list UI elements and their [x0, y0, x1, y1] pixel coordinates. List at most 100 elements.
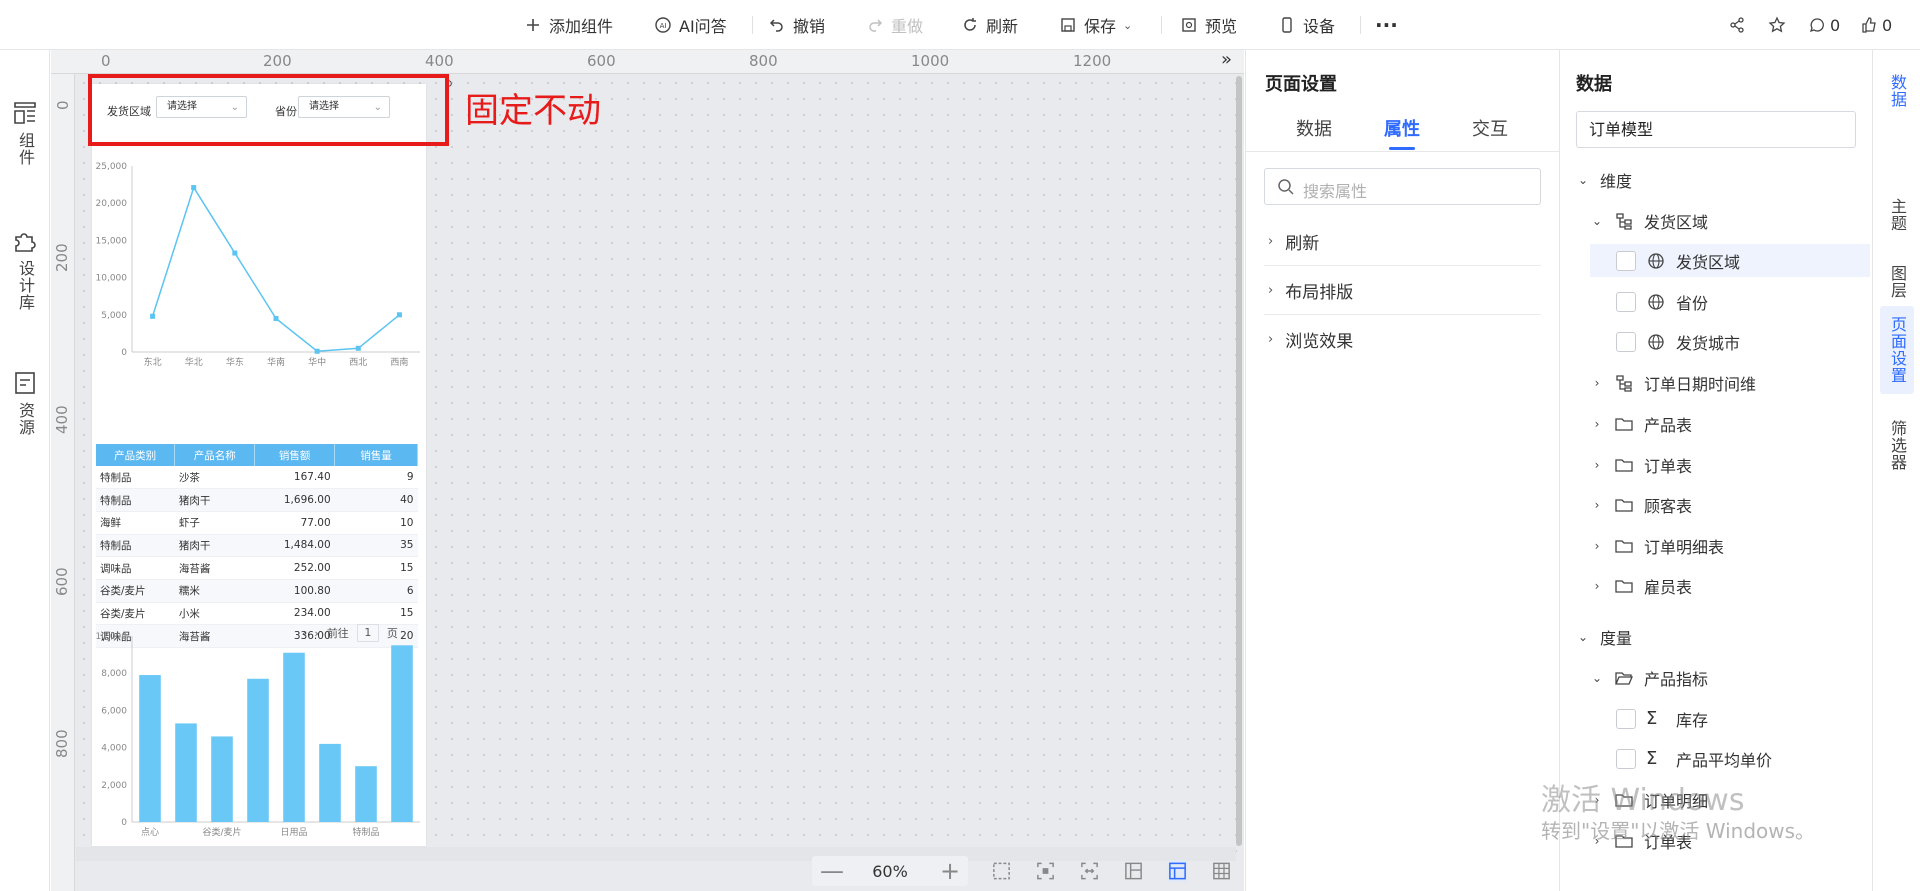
nav-design-library[interactable]: 设计库	[0, 228, 50, 311]
table-row[interactable]: 调味品 海苔酱 252.00 15	[96, 556, 418, 580]
tree-hierarchy-order-date[interactable]: › 订单日期时间维	[1590, 366, 1756, 399]
ai-qa-button[interactable]: AI AI问答	[654, 0, 727, 50]
table-row[interactable]: 海鲜 虾子 77.00 10	[96, 511, 418, 535]
y-tick-label: 2,000	[101, 781, 127, 791]
layout-icon[interactable]	[1123, 860, 1144, 882]
field-checkbox[interactable]	[1616, 708, 1636, 729]
x-tick-label: 西北	[349, 357, 367, 368]
table-cell: 海苔酱	[174, 556, 255, 580]
tree-measure-stock[interactable]: Σ 库存	[1616, 702, 1708, 735]
tree-table-product[interactable]: › 产品表	[1590, 407, 1692, 440]
tree-hierarchy-ship-region[interactable]: ⌄ 发货区域	[1590, 204, 1708, 237]
table-cell: 调味品	[96, 556, 175, 580]
tree-measure-folder[interactable]: ⌄ 产品指标	[1590, 661, 1708, 694]
zoom-level[interactable]: 60%	[870, 862, 910, 881]
like-button[interactable]: 0	[1860, 0, 1892, 50]
x-tick-label: 华北	[185, 356, 203, 368]
chevron-right-icon: ›	[1594, 538, 1600, 553]
device-button[interactable]: 设备	[1278, 0, 1335, 50]
tree-dimension-group[interactable]: ⌄ 维度	[1576, 163, 1632, 196]
more-button[interactable]: ···	[1375, 0, 1398, 50]
select-area-icon[interactable]	[991, 860, 1012, 882]
section-layout[interactable]: › 布局排版	[1264, 266, 1541, 315]
save-button[interactable]: 保存 ⌄	[1059, 0, 1132, 50]
table-row[interactable]: 谷类/麦片 糯米 100.80 6	[96, 579, 418, 603]
vtab-page-settings[interactable]: 页面设置	[1880, 306, 1914, 394]
section-browse-effect[interactable]: › 浏览效果	[1264, 315, 1541, 364]
property-search-input[interactable]: 搜索属性	[1264, 168, 1541, 205]
tree-table-employee[interactable]: › 雇员表	[1590, 569, 1692, 602]
tree-label: 发货城市	[1676, 333, 1741, 353]
ruler-left: 0 200 400 600 800	[51, 74, 75, 891]
fit-screen-icon[interactable]	[1035, 860, 1056, 882]
vtab-layers[interactable]: 图层	[1880, 255, 1914, 309]
table-row[interactable]: 特制品 猪肉干 1,696.00 40	[96, 488, 418, 512]
field-checkbox[interactable]	[1616, 250, 1636, 271]
vtab-filters[interactable]: 筛选器	[1880, 410, 1914, 481]
favorite-button[interactable]	[1768, 0, 1786, 50]
tree-field-ship-city[interactable]: 发货城市	[1616, 325, 1740, 358]
table-row[interactable]: 特制品 沙茶 167.40 9	[96, 466, 418, 490]
collapse-double-chevron-icon[interactable]: »	[1221, 49, 1232, 70]
tree-field-ship-region[interactable]: 发货区域	[1590, 244, 1870, 277]
table-cell: 沙茶	[174, 466, 255, 490]
tab-data[interactable]: 数据	[1296, 115, 1332, 141]
table-cell: 6	[334, 579, 418, 603]
preview-icon	[1182, 18, 1196, 32]
tree-measure-group[interactable]: ⌄ 度量	[1576, 620, 1632, 653]
field-checkbox[interactable]	[1616, 291, 1636, 312]
tree-label: 发货区域	[1644, 212, 1709, 232]
tree-table-order[interactable]: › 订单表	[1590, 448, 1692, 481]
column-header[interactable]: 产品类别	[96, 444, 176, 466]
share-button[interactable]	[1728, 0, 1746, 50]
column-header[interactable]: 销售量	[334, 444, 418, 466]
tree-table-customer[interactable]: › 顾客表	[1590, 488, 1692, 521]
vtab-theme[interactable]: 主题	[1880, 188, 1914, 242]
windows-activation-hint: 转到"设置"以激活 Windows。	[1541, 819, 1816, 843]
zoom-out-button[interactable]: —	[820, 857, 844, 885]
preview-button[interactable]: 预览	[1180, 0, 1237, 50]
table-cell: 谷类/麦片	[96, 579, 175, 603]
top-toolbar: 添加组件 AI AI问答 撤销 重做 刷新 保存 ⌄ 预览 设备 ··· 0 0	[0, 0, 1920, 50]
comment-button[interactable]: 0	[1808, 0, 1840, 50]
tab-properties[interactable]: 属性	[1384, 115, 1420, 141]
column-header[interactable]: 销售额	[254, 444, 336, 466]
vtab-data[interactable]: 数据	[1880, 64, 1914, 118]
line-point	[314, 348, 320, 354]
table-cell: 252.00	[254, 556, 335, 580]
section-refresh[interactable]: › 刷新	[1264, 217, 1541, 266]
refresh-button[interactable]: 刷新	[961, 0, 1018, 50]
bar-chart[interactable]: 0 2,000 4,000 6,000 8,000 10,000 点心 谷类/麦片 日用品 特制品	[92, 622, 426, 846]
add-component-button[interactable]: 添加组件	[524, 0, 613, 50]
tab-interaction[interactable]: 交互	[1472, 115, 1508, 141]
chevron-down-icon[interactable]: ⌄	[1123, 19, 1132, 32]
field-checkbox[interactable]	[1616, 331, 1636, 352]
redo-button[interactable]: 重做	[866, 0, 923, 50]
x-tick-label: 西南	[390, 356, 408, 368]
vertical-scrollbar[interactable]	[1236, 76, 1242, 846]
grid-icon[interactable]	[1211, 860, 1232, 882]
line-chart[interactable]: 0 5,000 10,000 15,000 20,000 25,000 东北 华北 华东 华南 华中…	[92, 154, 426, 384]
undo-button[interactable]: 撤销	[768, 0, 825, 50]
redo-label: 重做	[891, 17, 924, 36]
page-layout-icon[interactable]	[1167, 860, 1188, 882]
tree-field-province[interactable]: 省份	[1616, 285, 1708, 318]
ruler-label: 600	[53, 567, 71, 596]
table-row[interactable]: 特制品 猪肉干 1,484.00 35	[96, 534, 418, 558]
nav-resources[interactable]: 资源	[0, 370, 50, 436]
zoom-in-button[interactable]: +	[940, 857, 960, 885]
data-table[interactable]: 产品类别 产品名称 销售额 销售量 特制品 沙茶 167.40 9 特制品 猪肉干 1,69…	[96, 444, 418, 648]
nav-components[interactable]: 组件	[0, 100, 50, 166]
separator	[1161, 16, 1162, 34]
field-checkbox[interactable]	[1616, 748, 1636, 769]
column-header[interactable]: 产品名称	[174, 444, 256, 466]
y-tick-label: 8,000	[101, 669, 127, 679]
svg-text:AI: AI	[660, 22, 667, 30]
share-icon	[1730, 17, 1744, 33]
design-canvas[interactable]: 0 200 400 600 800 1000 1200 » 0 200 400 …	[51, 49, 1244, 891]
model-select[interactable]: 订单模型	[1576, 111, 1856, 148]
report-page[interactable]: 发货区域 请选择 ⌄ 省份 请选择 ⌄ 0 5,000 10,000 15,000 20…	[92, 84, 426, 846]
tree-measure-avg-price[interactable]: Σ 产品平均单价	[1616, 742, 1772, 775]
fit-width-icon[interactable]	[1079, 860, 1100, 882]
tree-table-order-detail[interactable]: › 订单明细表	[1590, 529, 1724, 562]
